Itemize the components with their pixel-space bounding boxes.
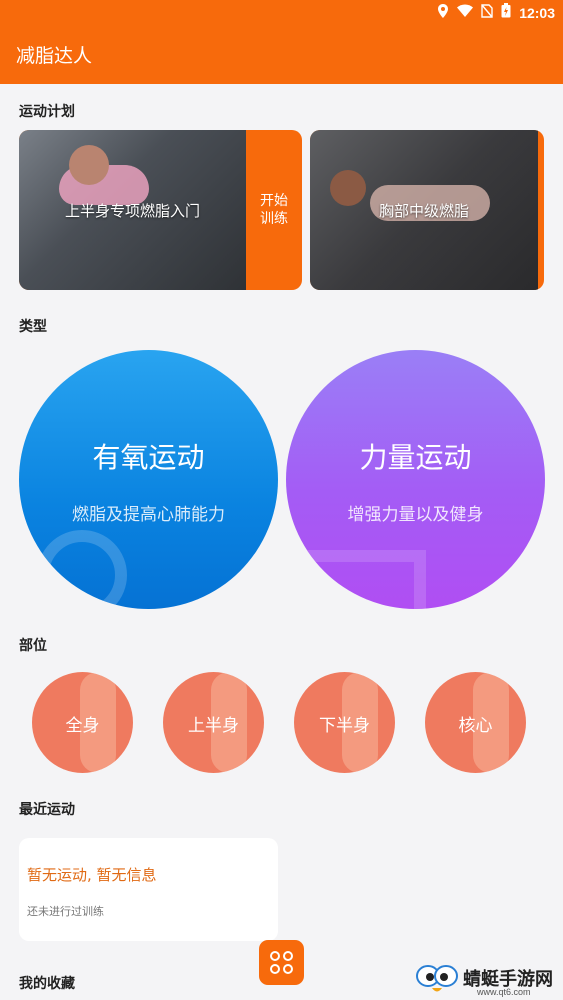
location-icon: [437, 3, 449, 22]
type-subtitle: 增强力量以及健身: [347, 505, 484, 525]
watermark: 蜻蜓手游网 www.qt6.com: [415, 960, 563, 1000]
app-bar: 减脂达人: [0, 24, 563, 84]
plan-card-chest[interactable]: 胸部中级燃脂: [310, 130, 544, 290]
type-title: 力量运动: [359, 441, 472, 474]
part-core-button[interactable]: 核心: [425, 672, 526, 773]
part-label: 下半身: [319, 716, 370, 736]
section-title-favorites: 我的收藏: [19, 976, 75, 992]
section-title-parts: 部位: [19, 638, 47, 654]
grid-dot-icon: [270, 964, 280, 974]
type-title: 有氧运动: [92, 441, 205, 474]
status-bar: 12:03: [0, 0, 563, 24]
part-label: 核心: [458, 716, 493, 736]
wifi-icon: [457, 4, 474, 21]
status-icons: 12:03: [437, 3, 555, 22]
grid-dot-icon: [283, 951, 293, 961]
no-sim-icon: [481, 3, 493, 22]
part-upper-body-button[interactable]: 上半身: [163, 672, 264, 773]
plan-card-upper-body[interactable]: 上半身专项燃脂入门 开始 训练: [19, 130, 302, 290]
app-title: 减脂达人: [16, 45, 93, 67]
decorative-frame: [306, 550, 426, 609]
type-strength-button[interactable]: 力量运动 增强力量以及健身: [286, 350, 545, 609]
section-title-type: 类型: [19, 319, 47, 335]
grid-dot-icon: [283, 964, 293, 974]
part-full-body-button[interactable]: 全身: [32, 672, 133, 773]
section-title-plan: 运动计划: [19, 104, 75, 120]
part-lower-body-button[interactable]: 下半身: [294, 672, 395, 773]
battery-icon: [501, 3, 511, 22]
plan-title: 上半身专项燃脂入门: [64, 202, 200, 220]
watermark-url: www.qt6.com: [477, 987, 531, 997]
plan-title: 胸部中级燃脂: [378, 202, 469, 220]
start-training-button[interactable]: 开始 训练: [246, 192, 302, 228]
status-time: 12:03: [519, 4, 555, 21]
type-subtitle: 燃脂及提高心肺能力: [72, 505, 225, 525]
part-label: 全身: [65, 716, 100, 736]
recent-empty-hint: 还未进行过训练: [27, 905, 104, 918]
decorative-ring: [37, 530, 127, 609]
recent-empty-headline: 暂无运动, 暂无信息: [27, 866, 157, 884]
recent-exercise-card: 暂无运动, 暂无信息 还未进行过训练: [19, 838, 278, 941]
section-title-recent: 最近运动: [19, 802, 75, 818]
menu-grid-button[interactable]: [259, 940, 304, 985]
dragonfly-logo-icon: [416, 965, 458, 992]
grid-dot-icon: [270, 951, 280, 961]
type-aerobic-button[interactable]: 有氧运动 燃脂及提高心肺能力: [19, 350, 278, 609]
part-label: 上半身: [188, 716, 239, 736]
